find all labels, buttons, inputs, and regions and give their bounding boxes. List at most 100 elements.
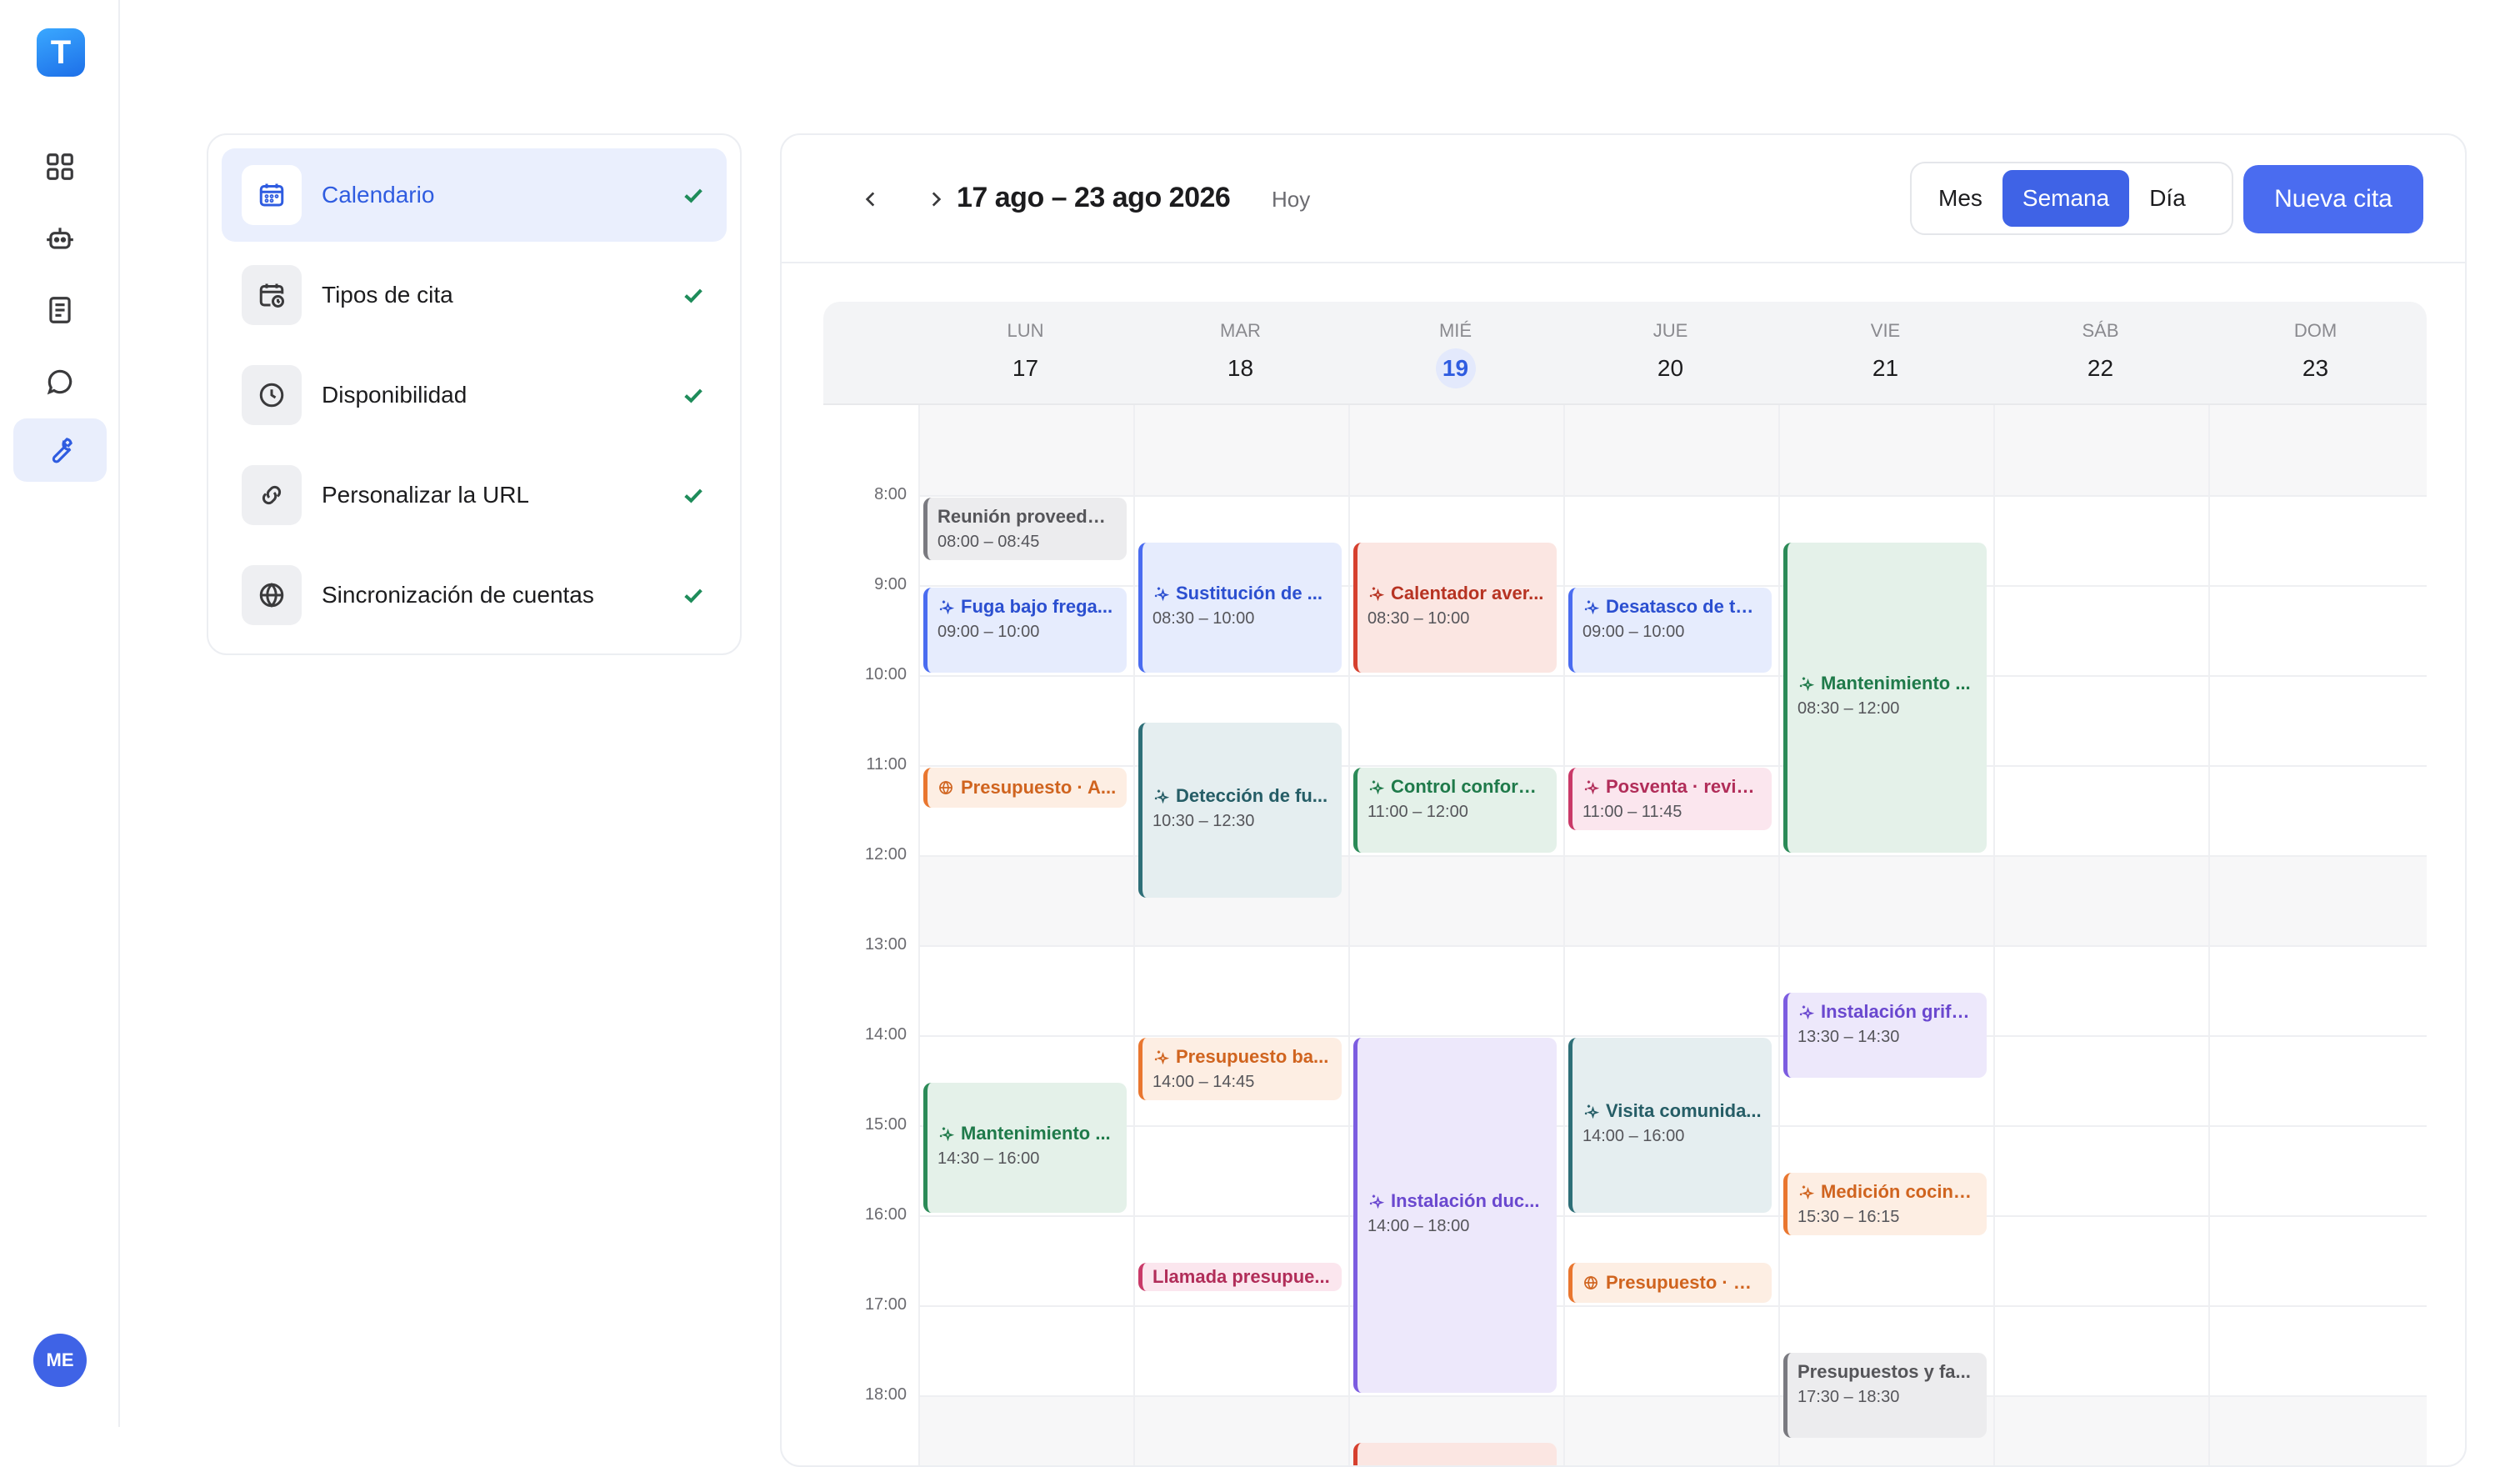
- day-header-6[interactable]: DOM 23: [2208, 302, 2422, 405]
- event-block[interactable]: Reunión proveedor... 08:00 – 08:45: [923, 498, 1127, 560]
- event-block[interactable]: Detección de fu... 10:30 – 12:30: [1138, 723, 1342, 898]
- event-title: Fuga bajo frega...: [938, 596, 1117, 618]
- day-header-3[interactable]: JUE 20: [1563, 302, 1778, 405]
- chevron-right-icon: [932, 192, 942, 207]
- event-block[interactable]: Mantenimiento ... 14:30 – 16:00: [923, 1083, 1127, 1213]
- nav-assistant-button[interactable]: [13, 207, 107, 270]
- event-block[interactable]: Control conform... 11:00 – 12:00: [1353, 768, 1557, 853]
- hour-line: [918, 945, 2427, 947]
- nav-dashboard-button[interactable]: [13, 135, 107, 198]
- sparkle-icon: [1799, 677, 1814, 692]
- week-grid: LUN 17 MAR 18 MIÉ 19 JUE 20 VIE 21 SÁB 22 DOM 23 8:00…: [823, 302, 2427, 1465]
- event-title-text: Posventa · revisi...: [1606, 776, 1762, 797]
- setup-step-0[interactable]: Calendario: [222, 148, 727, 242]
- event-block[interactable]: Presupuesto · H...: [1568, 1263, 1772, 1303]
- event-block[interactable]: Instalación grife... 13:30 – 14:30: [1783, 993, 1987, 1078]
- day-header-5[interactable]: SÁB 22: [1993, 302, 2208, 405]
- view-switcher: Mes Semana Día: [1910, 162, 2233, 235]
- step-icon-box: [242, 265, 302, 325]
- day-of-week: JUE: [1652, 320, 1688, 341]
- event-block[interactable]: [1353, 1443, 1557, 1465]
- day-of-week: VIE: [1870, 320, 1901, 341]
- hour-line: [918, 1035, 2427, 1037]
- event-block[interactable]: Presupuesto · A...: [923, 768, 1127, 808]
- event-block[interactable]: Fuga bajo frega... 09:00 – 10:00: [923, 588, 1127, 673]
- event-block[interactable]: Desatasco de tu... 09:00 – 10:00: [1568, 588, 1772, 673]
- hour-line: [918, 1215, 2427, 1217]
- chevron-left-icon: [865, 192, 875, 207]
- step-icon-box: [242, 365, 302, 425]
- day-header-2[interactable]: MIÉ 19: [1348, 302, 1562, 405]
- day-number: 18: [1227, 355, 1254, 381]
- sparkle-icon: [1154, 789, 1169, 804]
- document-icon: [49, 297, 71, 323]
- event-time: 14:00 – 16:00: [1582, 1127, 1685, 1145]
- event-block[interactable]: Presupuesto ba... 14:00 – 14:45: [1138, 1038, 1342, 1100]
- event-title-text: Presupuestos y fa...: [1798, 1361, 1971, 1382]
- hour-line: [918, 1305, 2427, 1307]
- nav-documents-button[interactable]: [13, 278, 107, 342]
- hour-label: 17:00: [864, 1295, 907, 1314]
- off-hours-band: [918, 1395, 2427, 1465]
- hour-label: 8:00: [874, 485, 907, 503]
- setup-step-2[interactable]: Disponibilidad: [222, 348, 727, 442]
- event-block[interactable]: Medición cocina... 15:30 – 16:15: [1783, 1173, 1987, 1235]
- app-logo[interactable]: T: [37, 28, 85, 77]
- event-block[interactable]: Posventa · revisi... 11:00 – 11:45: [1568, 768, 1772, 830]
- step-label: Disponibilidad: [322, 382, 468, 408]
- event-block[interactable]: Instalación duc... 14:00 – 18:00: [1353, 1038, 1557, 1393]
- check-icon: [684, 588, 702, 603]
- date-range-title: 17 ago – 23 ago 2026: [957, 182, 1231, 213]
- column-separator: [1778, 405, 1780, 1465]
- event-block[interactable]: Presupuestos y fa... 17:30 – 18:30: [1783, 1353, 1987, 1438]
- event-block[interactable]: Calentador aver... 08:30 – 10:00: [1353, 543, 1557, 673]
- event-block[interactable]: Llamada presupue...: [1138, 1263, 1342, 1291]
- day-number: 20: [1657, 355, 1684, 381]
- chat-icon: [47, 369, 72, 395]
- view-option-2[interactable]: Día: [2129, 170, 2206, 227]
- day-header-1[interactable]: MAR 18: [1133, 302, 1348, 405]
- event-title-text: Medición cocina...: [1821, 1181, 1977, 1202]
- user-avatar[interactable]: ME: [33, 1334, 87, 1387]
- prev-week-button[interactable]: [850, 178, 892, 220]
- hour-label: 16:00: [864, 1205, 907, 1224]
- new-appointment-button[interactable]: Nueva cita: [2243, 165, 2423, 233]
- event-title-text: Detección de fu...: [1176, 785, 1328, 806]
- event-title: Presupuesto ba...: [1152, 1046, 1332, 1068]
- event-time: 11:00 – 11:45: [1582, 803, 1682, 821]
- event-time: 14:30 – 16:00: [938, 1149, 1040, 1168]
- today-button[interactable]: Hoy: [1272, 187, 1310, 213]
- calendar-icon: [259, 183, 284, 207]
- day-of-week: MIÉ: [1438, 320, 1472, 341]
- sparkle-icon: [1584, 600, 1599, 615]
- next-week-button[interactable]: [915, 178, 957, 220]
- setup-step-1[interactable]: Tipos de cita: [222, 248, 727, 342]
- nav-chat-button[interactable]: [13, 350, 107, 413]
- view-option-1[interactable]: Semana: [2002, 170, 2130, 227]
- day-header-0[interactable]: LUN 17: [918, 302, 1132, 405]
- nav-rail: T ME: [0, 0, 120, 1427]
- setup-step-4[interactable]: Sincronización de cuentas: [222, 548, 727, 642]
- nav-settings-button[interactable]: [13, 418, 107, 482]
- event-time: 08:00 – 08:45: [938, 533, 1040, 551]
- event-time: 10:30 – 12:30: [1152, 812, 1255, 830]
- day-header-4[interactable]: VIE 21: [1778, 302, 1992, 405]
- calendar-toolbar: 17 ago – 23 ago 2026 Hoy Mes Semana Día Nu…: [782, 135, 2465, 263]
- event-block[interactable]: Visita comunida... 14:00 – 16:00: [1568, 1038, 1772, 1213]
- event-title-text: Visita comunida...: [1606, 1100, 1762, 1121]
- step-icon-box: [242, 165, 302, 225]
- event-title: Reunión proveedor...: [938, 506, 1117, 528]
- time-grid[interactable]: 8:00 9:00 10:00 11:00 12:00 13:00 14:00 15:00 16…: [823, 405, 2427, 1465]
- sparkle-icon: [1369, 587, 1384, 602]
- column-separator: [918, 405, 920, 1465]
- step-icon-box: [242, 465, 302, 525]
- setup-step-3[interactable]: Personalizar la URL: [222, 448, 727, 542]
- hour-label: 14:00: [864, 1025, 907, 1044]
- view-option-0[interactable]: Mes: [1918, 170, 2002, 227]
- event-block[interactable]: Mantenimiento ... 08:30 – 12:00: [1783, 543, 1987, 853]
- event-time: 17:30 – 18:30: [1798, 1388, 1900, 1406]
- step-label: Personalizar la URL: [322, 482, 529, 508]
- wrench-icon: [52, 438, 72, 463]
- event-block[interactable]: Sustitución de ... 08:30 – 10:00: [1138, 543, 1342, 673]
- globe-icon: [259, 583, 284, 608]
